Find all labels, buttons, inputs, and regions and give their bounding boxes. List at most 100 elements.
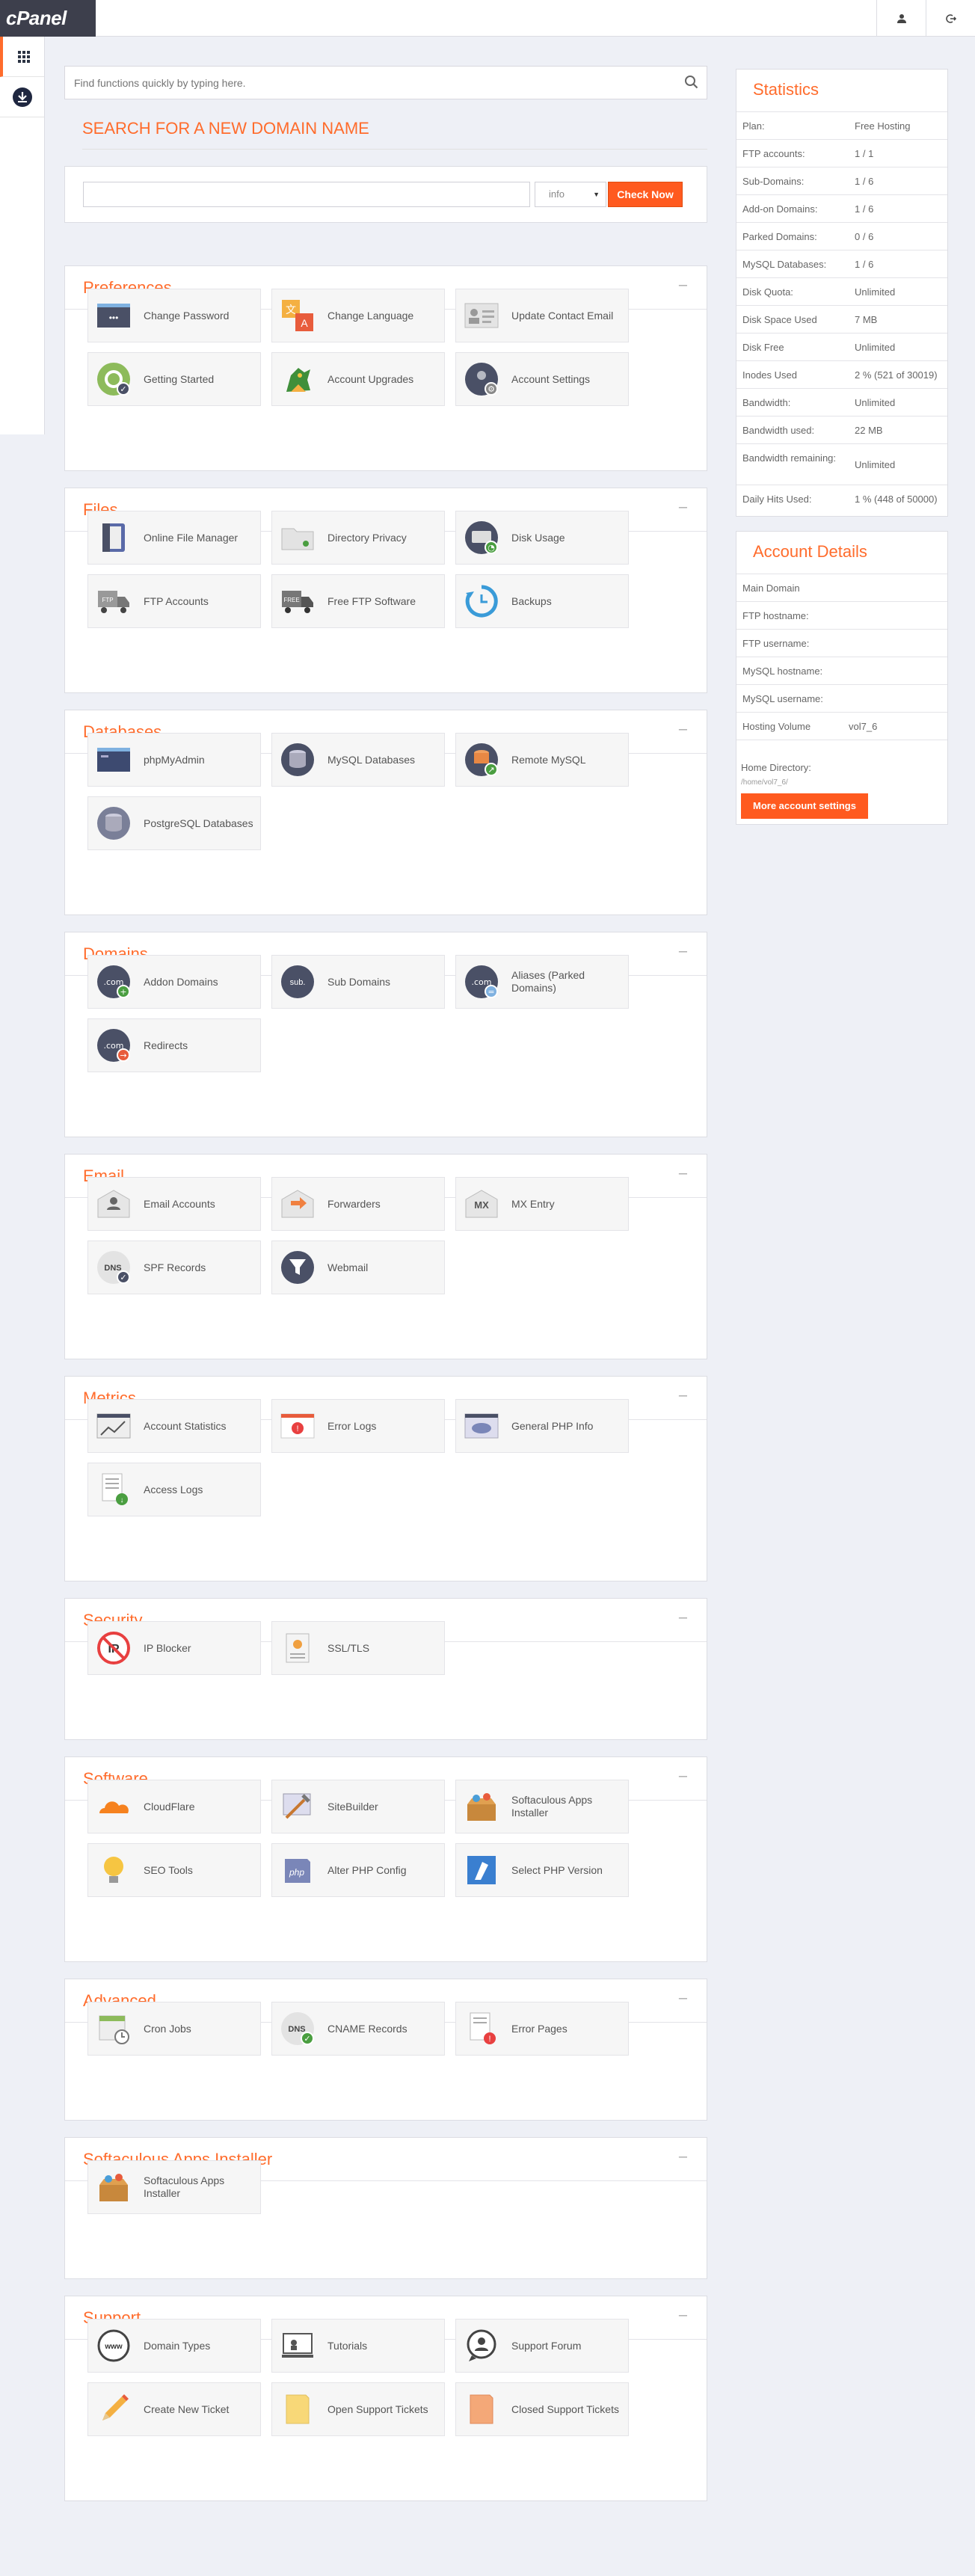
- item-forwarders[interactable]: Forwarders: [271, 1177, 445, 1231]
- item-online-file-manager[interactable]: Online File Manager: [87, 511, 261, 565]
- domain-search-title: SEARCH FOR A NEW DOMAIN NAME: [82, 119, 707, 150]
- item-tutorials[interactable]: Tutorials: [271, 2319, 445, 2373]
- ssl-certificate-icon: [280, 1630, 316, 1666]
- item-change-password[interactable]: ••• Change Password: [87, 289, 261, 342]
- collapse-icon[interactable]: –: [679, 277, 687, 294]
- collapse-icon[interactable]: –: [679, 2148, 687, 2165]
- item-account-settings[interactable]: ⚙ Account Settings: [455, 352, 629, 406]
- item-softaculous-apps-installer[interactable]: Softaculous Apps Installer: [455, 1780, 629, 1833]
- item-mx-entry[interactable]: MX MX Entry: [455, 1177, 629, 1231]
- item-email-accounts[interactable]: Email Accounts: [87, 1177, 261, 1231]
- item-cloudflare[interactable]: CloudFlare: [87, 1780, 261, 1833]
- function-search[interactable]: [64, 66, 707, 99]
- item-error-pages[interactable]: ! Error Pages: [455, 2002, 629, 2056]
- item-ip-blocker[interactable]: IP IP Blocker: [87, 1621, 261, 1675]
- sidebar-item-home[interactable]: [0, 37, 44, 77]
- account-key: FTP username:: [742, 638, 810, 649]
- tld-select[interactable]: info ▼: [535, 182, 606, 207]
- collapse-icon[interactable]: –: [679, 1990, 687, 2007]
- sidebar-item-installer[interactable]: [0, 77, 44, 117]
- item-create-new-ticket[interactable]: Create New Ticket: [87, 2382, 261, 2436]
- item-change-language[interactable]: 文A Change Language: [271, 289, 445, 342]
- item-update-contact-email[interactable]: Update Contact Email: [455, 289, 629, 342]
- svg-text:→: →: [120, 1051, 126, 1060]
- closed-ticket-icon: [464, 2391, 499, 2427]
- user-icon[interactable]: [876, 0, 926, 37]
- main-content: SEARCH FOR A NEW DOMAIN NAME info▼ Check…: [64, 66, 707, 223]
- item-open-support-tickets[interactable]: Open Support Tickets: [271, 2382, 445, 2436]
- logout-icon[interactable]: [926, 0, 975, 37]
- item-seo-tools[interactable]: SEO Tools: [87, 1843, 261, 1897]
- item-label: Change Language: [327, 309, 414, 322]
- svg-text:=: =: [488, 987, 494, 997]
- item-closed-support-tickets[interactable]: Closed Support Tickets: [455, 2382, 629, 2436]
- account-key: Main Domain: [742, 582, 800, 594]
- item-access-logs[interactable]: ↓ Access Logs: [87, 1463, 261, 1516]
- collapse-icon[interactable]: –: [679, 721, 687, 738]
- collapse-icon[interactable]: –: [679, 1768, 687, 1785]
- item-webmail[interactable]: Webmail: [271, 1241, 445, 1294]
- item-general-php-info[interactable]: General PHP Info: [455, 1399, 629, 1453]
- item-disk-usage[interactable]: ◔ Disk Usage: [455, 511, 629, 565]
- collapse-icon[interactable]: –: [679, 943, 687, 960]
- check-now-button[interactable]: Check Now: [608, 182, 683, 207]
- item-spf-records[interactable]: DNS ✓ SPF Records: [87, 1241, 261, 1294]
- item-alter-php-config[interactable]: php Alter PHP Config: [271, 1843, 445, 1897]
- stat-row: Bandwidth: Unlimited: [736, 388, 947, 416]
- section-advanced: Advanced – Cron Jobs DNS ✓ CNAME Records …: [64, 1979, 707, 2121]
- stat-value: Unlimited: [855, 459, 896, 470]
- item-ftp-accounts[interactable]: FTP FTP Accounts: [87, 574, 261, 628]
- item-error-logs[interactable]: ! Error Logs: [271, 1399, 445, 1453]
- collapse-icon[interactable]: –: [679, 2307, 687, 2324]
- item-free-ftp-software[interactable]: FREE Free FTP Software: [271, 574, 445, 628]
- collapse-icon[interactable]: –: [679, 1165, 687, 1182]
- item-select-php-version[interactable]: Select PHP Version: [455, 1843, 629, 1897]
- php-version-icon: [464, 1852, 499, 1888]
- search-input[interactable]: [65, 67, 663, 99]
- item-remote-mysql[interactable]: ↗ Remote MySQL: [455, 733, 629, 787]
- collapse-icon[interactable]: –: [679, 1609, 687, 1626]
- item-label: Redirects: [144, 1039, 188, 1051]
- item-label: MySQL Databases: [327, 753, 415, 766]
- svg-text:sub.: sub.: [290, 978, 306, 987]
- statistics-icon: [96, 1408, 132, 1444]
- item-addon-domains[interactable]: .com + Addon Domains: [87, 955, 261, 1009]
- item-sitebuilder[interactable]: SiteBuilder: [271, 1780, 445, 1833]
- item-backups[interactable]: Backups: [455, 574, 629, 628]
- redirect-icon: .com →: [96, 1027, 132, 1063]
- item-label: Closed Support Tickets: [511, 2403, 619, 2415]
- stat-row: Disk Free Unlimited: [736, 333, 947, 360]
- collapse-icon[interactable]: –: [679, 499, 687, 516]
- item-redirects[interactable]: .com → Redirects: [87, 1018, 261, 1072]
- more-account-settings-button[interactable]: More account settings: [741, 793, 868, 819]
- item-mysql-databases[interactable]: MySQL Databases: [271, 733, 445, 787]
- collapse-icon[interactable]: –: [679, 1387, 687, 1404]
- item-ssl-tls[interactable]: SSL/TLS: [271, 1621, 445, 1675]
- item-account-upgrades[interactable]: Account Upgrades: [271, 352, 445, 406]
- item-directory-privacy[interactable]: Directory Privacy: [271, 511, 445, 565]
- item-domain-types[interactable]: www Domain Types: [87, 2319, 261, 2373]
- domain-name-input[interactable]: [83, 182, 530, 207]
- item-label: SPF Records: [144, 1261, 206, 1273]
- svg-text:◔: ◔: [488, 543, 495, 553]
- item-cron-jobs[interactable]: Cron Jobs: [87, 2002, 261, 2056]
- item-softaculous-apps-installer[interactable]: Softaculous Apps Installer: [87, 2160, 261, 2214]
- search-icon[interactable]: [684, 75, 699, 90]
- item-getting-started[interactable]: ✓ Getting Started: [87, 352, 261, 406]
- cpanel-logo[interactable]: cPanel: [0, 0, 96, 37]
- item-label: Create New Ticket: [144, 2403, 230, 2415]
- item-cname-records[interactable]: DNS ✓ CNAME Records: [271, 2002, 445, 2056]
- item-label: SEO Tools: [144, 1863, 193, 1876]
- item-sub-domains[interactable]: sub. Sub Domains: [271, 955, 445, 1009]
- item-support-forum[interactable]: Support Forum: [455, 2319, 629, 2373]
- item-label: Webmail: [327, 1261, 369, 1273]
- item-account-statistics[interactable]: Account Statistics: [87, 1399, 261, 1453]
- access-log-icon: ↓: [96, 1472, 132, 1507]
- item-phpmyadmin[interactable]: phpMyAdmin: [87, 733, 261, 787]
- section-security: Security – IP IP Blocker SSL/TLS: [64, 1598, 707, 1740]
- item-aliases-parked-domains[interactable]: .com = Aliases (Parked Domains): [455, 955, 629, 1009]
- item-label: Tutorials: [327, 2339, 368, 2352]
- stat-row: Daily Hits Used: 1 % (448 of 50000): [736, 485, 947, 512]
- account-key: FTP hostname:: [742, 610, 809, 621]
- item-postgresql-databases[interactable]: PostgreSQL Databases: [87, 796, 261, 850]
